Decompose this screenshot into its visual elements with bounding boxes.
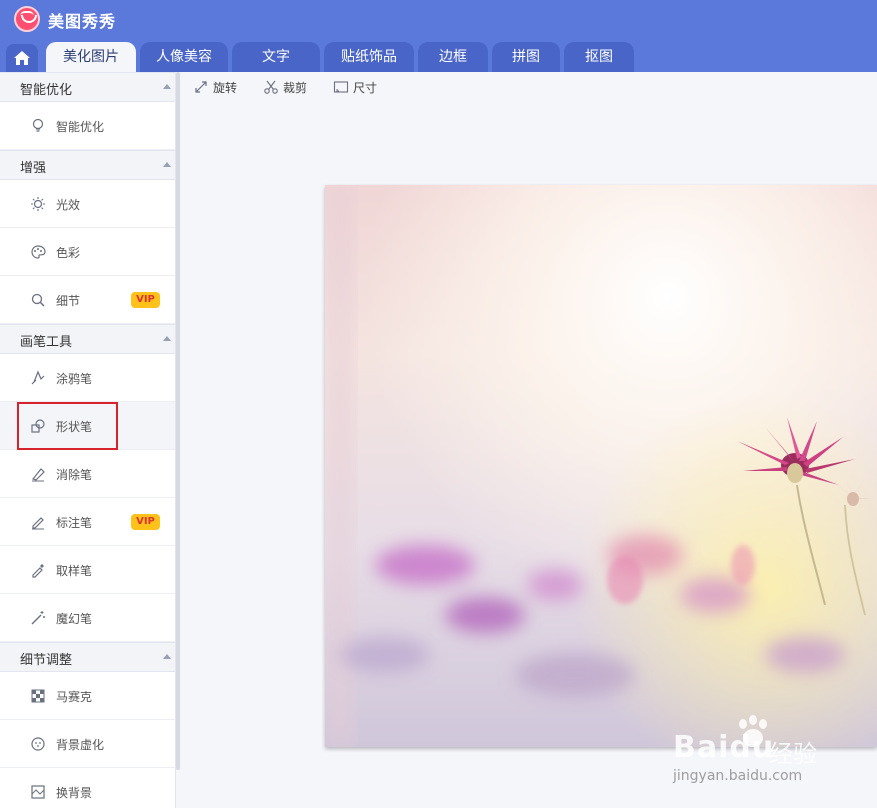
paw-logo-icon: [739, 715, 767, 747]
marker-pen-icon: [32, 517, 44, 530]
collapse-caret-icon: [163, 84, 171, 89]
tab-text[interactable]: 文字: [232, 42, 320, 72]
sidebar-item-mosaic[interactable]: 马赛克: [0, 672, 175, 720]
sun-icon: [31, 197, 45, 211]
size-label: 尺寸: [353, 81, 378, 95]
sidebar-item-label: 标注笔: [56, 516, 93, 530]
sidebar-item-label: 换背景: [56, 786, 93, 800]
tab-beautify[interactable]: 美化图片: [46, 42, 136, 72]
sidebar-item-background-blur[interactable]: 背景虚化: [0, 720, 175, 768]
tab-stickers[interactable]: 贴纸饰品: [324, 42, 414, 72]
tab-collage[interactable]: 拼图: [492, 42, 560, 72]
rotate-label: 旋转: [213, 81, 238, 95]
home-tab[interactable]: [6, 44, 38, 72]
vip-badge: VIP: [131, 514, 160, 530]
app-logo-icon: [14, 6, 40, 32]
section-title: 增强: [20, 161, 47, 176]
sidebar-item-detail[interactable]: 细节 VIP: [0, 276, 175, 324]
vip-badge: VIP: [131, 292, 160, 308]
sidebar-item-magic-pen[interactable]: 魔幻笔: [0, 594, 175, 642]
sidebar-item-label: 消除笔: [56, 468, 93, 482]
scissors-icon: [264, 80, 278, 94]
section-header-detail-adjust[interactable]: 细节调整: [0, 642, 175, 672]
sidebar-item-light-effect[interactable]: 光效: [0, 180, 175, 228]
app-title: 美图秀秀: [48, 12, 117, 31]
sidebar-item-label: 细节: [56, 294, 81, 308]
section-header-brush-tools[interactable]: 画笔工具: [0, 324, 175, 354]
watermark-jingyan: 经验: [769, 740, 817, 768]
sidebar-item-marker-pen[interactable]: 标注笔 VIP: [0, 498, 175, 546]
watermark-url: jingyan.baidu.com: [673, 768, 803, 784]
sidebar-item-label: 取样笔: [56, 564, 93, 578]
blur-icon: [31, 737, 45, 751]
highlight-annotation-box: [17, 402, 118, 450]
crop-button[interactable]: 裁剪: [263, 78, 323, 96]
baidu-watermark: Baidu 经验 jingyan.baidu.com: [673, 712, 873, 792]
flower-photo: [325, 185, 877, 747]
background-icon: [31, 785, 45, 799]
collapse-caret-icon: [163, 162, 171, 167]
crop-label: 裁剪: [283, 81, 308, 95]
main-tab-bar: 美化图片 人像美容 文字 贴纸饰品 边框 拼图 抠图: [0, 38, 877, 72]
section-header-smart-optimize[interactable]: 智能优化: [0, 72, 175, 102]
palette-icon: [31, 245, 46, 259]
section-title: 智能优化: [20, 83, 73, 98]
sidebar-item-eraser-pen[interactable]: 消除笔: [0, 450, 175, 498]
collapse-caret-icon: [163, 336, 171, 341]
sidebar-item-label: 智能优化: [56, 120, 105, 134]
magic-wand-icon: [31, 611, 45, 625]
section-header-enhance[interactable]: 增强: [0, 150, 175, 180]
tab-frames[interactable]: 边框: [418, 42, 488, 72]
sidebar-item-label: 涂鸦笔: [56, 372, 93, 386]
eraser-pen-icon: [31, 468, 45, 482]
doodle-brush-icon: [31, 370, 45, 385]
sidebar-item-change-background[interactable]: 换背景: [0, 768, 175, 808]
mosaic-icon: [31, 689, 45, 703]
sidebar-item-label: 魔幻笔: [56, 612, 93, 626]
bulb-icon: [32, 118, 44, 132]
section-title: 细节调整: [20, 653, 73, 668]
sidebar-item-smart-optimize[interactable]: 智能优化: [0, 102, 175, 150]
sidebar-item-sampler-pen[interactable]: 取样笔: [0, 546, 175, 594]
rotate-button[interactable]: 旋转: [193, 78, 253, 96]
section-title: 画笔工具: [20, 335, 73, 350]
collapse-caret-icon: [163, 654, 171, 659]
sidebar-item-color[interactable]: 色彩: [0, 228, 175, 276]
sidebar-item-label: 背景虚化: [56, 738, 105, 752]
size-button[interactable]: 尺寸: [333, 78, 393, 96]
sidebar-item-label: 光效: [56, 198, 81, 212]
title-bar: 美图秀秀: [0, 0, 877, 38]
size-frame-icon: [333, 81, 349, 93]
rotate-icon: [195, 81, 207, 93]
sidebar-scrollbar[interactable]: [176, 72, 180, 770]
tab-portrait[interactable]: 人像美容: [140, 42, 228, 72]
tab-cutout[interactable]: 抠图: [564, 42, 634, 72]
sidebar-item-label: 色彩: [56, 246, 81, 260]
edit-toolbar: 旋转 裁剪 尺寸: [180, 72, 877, 102]
photo-canvas[interactable]: [325, 185, 877, 747]
magnifier-icon: [31, 293, 45, 307]
sidebar-item-doodle-brush[interactable]: 涂鸦笔: [0, 354, 175, 402]
eyedropper-icon: [32, 564, 44, 578]
home-icon: [14, 51, 30, 65]
sidebar-item-label: 马赛克: [56, 690, 93, 704]
